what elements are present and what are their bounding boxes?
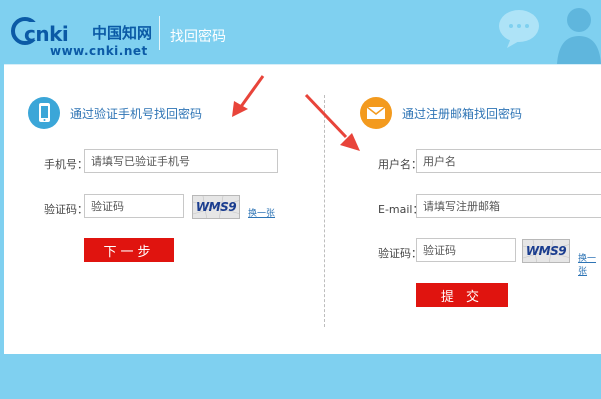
email-code-input[interactable] xyxy=(416,238,516,262)
phone-captcha-text: WMS9 xyxy=(195,200,237,214)
username-input[interactable] xyxy=(416,149,601,173)
main-panel: 通过验证手机号找回密码 手机号： 验证码： WMS9 换一张 下一步 通过注册邮… xyxy=(4,64,601,355)
email-captcha-refresh-link[interactable]: 换一张 xyxy=(578,251,601,277)
annotation-arrow-right xyxy=(304,93,360,151)
user-silhouette-icon xyxy=(557,8,601,64)
phone-input[interactable] xyxy=(84,149,278,173)
phone-icon xyxy=(28,97,60,129)
phone-label: 手机号： xyxy=(44,158,88,171)
next-step-button[interactable]: 下一步 xyxy=(84,238,174,262)
footer-strip xyxy=(0,354,601,399)
email-input[interactable] xyxy=(416,194,601,218)
page-title: 找回密码 xyxy=(170,29,226,45)
email-captcha-image: WMS9 xyxy=(522,239,570,263)
email-recovery-section: 通过注册邮箱找回密码 用户名： E-mail： 验证码： WMS9 换一张 提 … xyxy=(304,65,601,355)
phone-section-title: 通过验证手机号找回密码 xyxy=(70,107,203,121)
annotation-arrow-left xyxy=(232,75,265,117)
phone-code-label: 验证码： xyxy=(44,203,88,216)
phone-captcha-image: WMS9 xyxy=(192,195,240,219)
chat-bubble-icon xyxy=(499,10,539,48)
phone-recovery-section: 通过验证手机号找回密码 手机号： 验证码： WMS9 换一张 下一步 xyxy=(4,65,324,355)
logo-chinese-text: 中国知网 xyxy=(92,24,153,42)
header-divider xyxy=(159,16,160,50)
email-section-title: 通过注册邮箱找回密码 xyxy=(402,107,523,121)
header: cnki 中国知网 www.cnki.net 找回密码 xyxy=(0,0,601,64)
envelope-icon xyxy=(360,97,392,129)
submit-button[interactable]: 提 交 xyxy=(416,283,508,307)
phone-captcha-refresh-link[interactable]: 换一张 xyxy=(248,206,275,219)
phone-code-input[interactable] xyxy=(84,194,184,218)
cnki-logo[interactable]: cnki 中国知网 www.cnki.net xyxy=(10,10,160,58)
corner-decoration xyxy=(499,8,601,64)
email-captcha-text: WMS9 xyxy=(525,244,567,258)
logo-latin-text: cnki xyxy=(24,22,69,46)
logo-url-text: www.cnki.net xyxy=(50,44,148,58)
